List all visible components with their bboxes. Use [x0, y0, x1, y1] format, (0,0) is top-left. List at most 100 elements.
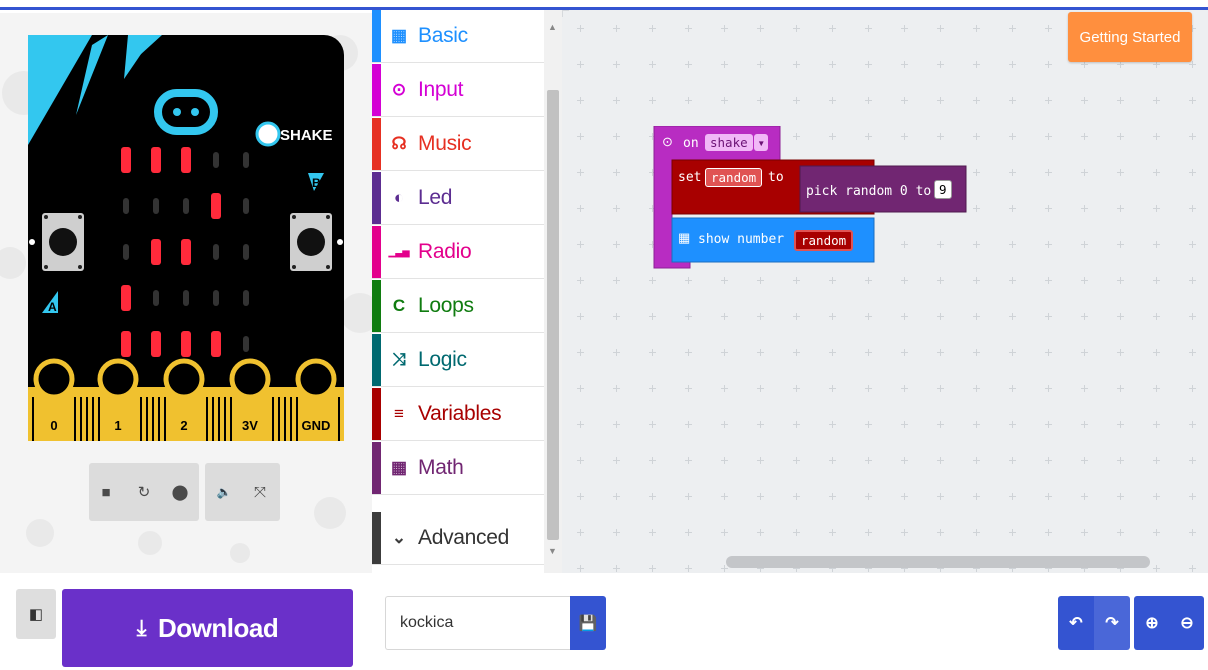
led-off [183, 290, 189, 306]
led-on [121, 331, 131, 357]
save-icon: 💾 [578, 615, 598, 632]
category-color-bar [372, 172, 381, 224]
undo-button[interactable]: ↶ [1058, 596, 1094, 650]
zoom-out-button[interactable]: ⊖ [1170, 596, 1204, 650]
led-on [121, 147, 131, 173]
set-variable-value: random [705, 168, 763, 187]
pin-0[interactable]: 0 [33, 358, 75, 441]
category-label: Advanced [418, 526, 510, 549]
toolbox-category-logic[interactable]: ⤨ Logic [372, 334, 544, 387]
restart-icon[interactable]: ↻ [133, 481, 155, 503]
category-label: Music [418, 132, 472, 155]
show-number-label: show number [698, 232, 785, 247]
pin-2[interactable]: 2 [163, 358, 205, 441]
blocks-workspace[interactable]: Getting Started ⊙ on shake ▾ set random … [562, 10, 1208, 573]
toolbox-category-math[interactable]: ▦ Math [372, 442, 544, 495]
headphones-icon: ☊ [391, 134, 407, 153]
grid-icon: ▦ [678, 230, 691, 245]
stop-icon[interactable]: ■ [95, 481, 117, 503]
half-circle-icon: ◐ [393, 188, 405, 207]
download-label: Download [158, 612, 279, 643]
collapse-simulator-button[interactable]: ◧ [16, 589, 56, 639]
led-on [151, 331, 161, 357]
scroll-down-icon[interactable]: ▼ [548, 546, 557, 556]
getting-started-button[interactable]: Getting Started [1068, 12, 1192, 62]
chevron-down-icon: ▾ [754, 134, 768, 151]
toolbox-category-input[interactable]: ⊙ Input [372, 64, 544, 117]
event-dropdown[interactable]: shake ▾ [705, 134, 768, 151]
category-color-bar [372, 64, 381, 116]
redo-button[interactable]: ↷ [1094, 596, 1130, 650]
led-off [243, 290, 249, 306]
category-label: Math [418, 456, 464, 479]
toolbox-category-loops[interactable]: C Loops [372, 280, 544, 333]
led-off [123, 244, 129, 260]
set-variable-dropdown[interactable]: random [705, 168, 763, 187]
simulator-panel: 0 1 2 3V GND SHAKE B A ■ ↻ ⬤ 🔈 ⤧ [0, 13, 372, 573]
toolbox-category-radio[interactable]: ▁▃▅ Radio [372, 226, 544, 279]
toolbox: ▦ Basic ⊙ Input ☊ Music ◐ Led ▁▃▅ Radio C Loops ⤨ Log… [372, 10, 544, 570]
event-dropdown-value: shake [705, 134, 753, 151]
category-color-bar [372, 280, 381, 332]
toolbox-scrollbar-thumb[interactable] [547, 90, 559, 540]
chevron-down-icon: ⌄ [391, 528, 407, 547]
lines-icon: ≡ [394, 404, 404, 423]
target-icon: ⊙ [391, 80, 407, 99]
signal-icon: ▁▃▅ [388, 246, 410, 257]
pick-random-max-input[interactable]: 9 [934, 180, 952, 199]
toolbox-scrollbar[interactable]: ▲ ▼ [544, 10, 562, 573]
category-label: Basic [418, 24, 468, 47]
zoom-out-icon: ⊖ [1180, 615, 1194, 632]
led-off [213, 244, 219, 260]
zoom-in-button[interactable]: ⊕ [1134, 596, 1170, 650]
led-on [211, 331, 221, 357]
led-off [213, 152, 219, 168]
toolbox-category-basic[interactable]: ▦ Basic [372, 10, 544, 63]
led-on [211, 193, 221, 219]
category-color-bar [372, 118, 381, 170]
led-on [181, 147, 191, 173]
loop-icon: C [392, 296, 406, 315]
show-number-variable[interactable]: random [794, 230, 854, 251]
redo-icon: ↷ [1105, 615, 1119, 632]
project-name-input[interactable] [385, 596, 570, 650]
save-button[interactable]: 💾 [570, 596, 606, 650]
fullscreen-icon[interactable]: ⤧ [249, 481, 271, 503]
svg-text:2: 2 [180, 418, 187, 433]
top-accent-bar [0, 0, 1208, 10]
pick-random-max-value: 9 [934, 180, 952, 199]
mute-icon[interactable]: 🔈 [213, 481, 235, 503]
pin-gnd[interactable]: GND [295, 358, 337, 441]
bottom-bar: ◧ ⤓ Download 💾 ↶ ↷ ⊕ ⊖ [0, 573, 1208, 670]
workspace-grid [577, 25, 1196, 572]
category-label: Radio [418, 240, 472, 263]
led-on [151, 239, 161, 265]
category-color-bar [372, 226, 381, 278]
scroll-up-icon[interactable]: ▲ [548, 22, 557, 32]
toolbox-category-advanced[interactable]: ⌄ Advanced [372, 512, 544, 565]
category-color-bar [372, 388, 381, 440]
toolbox-category-variables[interactable]: ≡ Variables [372, 388, 544, 441]
led-on [181, 239, 191, 265]
zoom-in-icon: ⊕ [1145, 615, 1159, 632]
download-button[interactable]: ⤓ Download [62, 589, 353, 667]
simulator-controls: ■ ↻ ⬤ 🔈 ⤧ [89, 463, 280, 521]
pin-3v[interactable]: 3V [229, 358, 271, 441]
shake-label: SHAKE [280, 127, 333, 144]
block-stack[interactable] [650, 126, 980, 286]
microbit-board: 0 1 2 3V GND SHAKE B A [28, 35, 344, 441]
category-label: Led [418, 186, 453, 209]
led-off [213, 290, 219, 306]
category-label: Input [418, 78, 464, 101]
event-on-label: on [683, 136, 699, 151]
toolbox-category-music[interactable]: ☊ Music [372, 118, 544, 171]
toolbox-category-led[interactable]: ◐ Led [372, 172, 544, 225]
category-label: Variables [418, 402, 502, 425]
grid-icon: ▦ [390, 26, 408, 45]
category-color-bar [372, 442, 381, 494]
debug-icon[interactable]: ⬤ [169, 481, 191, 503]
svg-text:1: 1 [114, 418, 121, 433]
workspace-scrollbar[interactable] [726, 556, 1150, 568]
pin-1[interactable]: 1 [97, 358, 139, 441]
download-icon: ⤓ [136, 615, 147, 640]
